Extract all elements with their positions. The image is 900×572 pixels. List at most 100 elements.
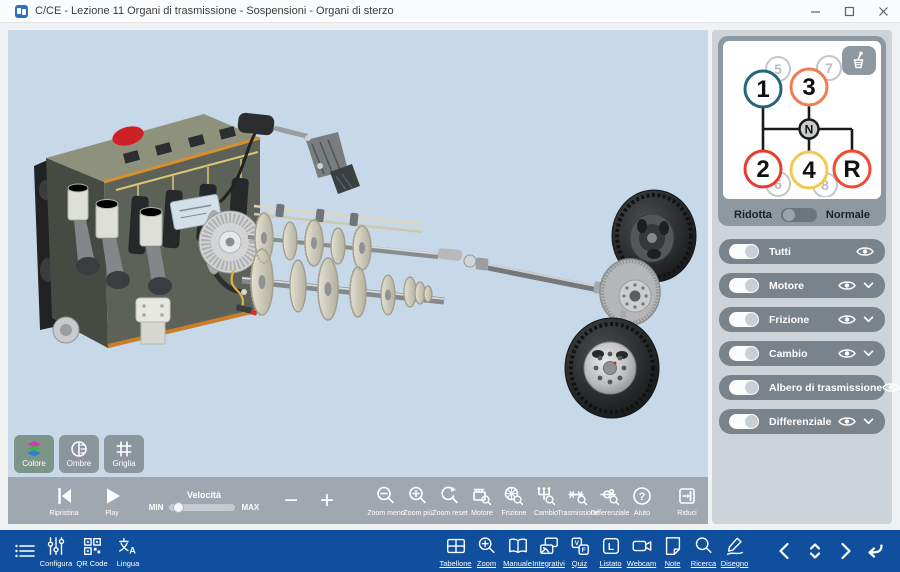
collapse-button[interactable]: Riduci [670, 485, 704, 517]
quiz-button[interactable]: V F Quiz [564, 535, 595, 568]
svg-text:A: A [129, 545, 136, 555]
chevron-down-icon[interactable] [863, 418, 874, 425]
layer-row-frizione[interactable]: Frizione [719, 307, 885, 332]
chevron-left-icon [773, 539, 797, 563]
next-button[interactable] [830, 539, 860, 563]
listato-button[interactable]: L Listato [595, 535, 626, 568]
zoom-button[interactable]: Zoom [471, 535, 502, 568]
component-layer-list: Tutti Motore Frizione [712, 239, 892, 434]
chevron-down-icon[interactable] [863, 350, 874, 357]
3d-viewport[interactable]: Colore Ombre Griglia [8, 30, 708, 524]
taskbar-center-group: Tabellone Zoom Manuale [440, 535, 750, 568]
magnifier-reset-icon [439, 485, 461, 507]
engine-magnifier-icon [471, 485, 493, 507]
tool-trasmissione[interactable]: Trasmissione [562, 485, 594, 517]
speed-slider[interactable] [169, 504, 235, 511]
restart-button[interactable]: Ripristina [44, 485, 84, 517]
eye-icon[interactable] [838, 415, 856, 428]
playback-control-bar: Ripristina Play Velocità MIN MAX − [8, 477, 708, 524]
grid-button[interactable]: Griglia [104, 435, 144, 473]
grid-icon [115, 440, 133, 458]
return-button[interactable] [860, 539, 890, 563]
motore-label: Motore [769, 280, 804, 292]
differenziale-label: Differenziale [769, 416, 831, 428]
previous-button[interactable] [770, 539, 800, 563]
question-circle-icon: ? [631, 485, 653, 507]
speed-slider-knob[interactable] [173, 502, 184, 513]
tabellone-button[interactable]: Tabellone [440, 535, 471, 568]
translate-icon: A [117, 535, 139, 557]
shadows-button[interactable]: Ombre [59, 435, 99, 473]
tool-zoom-meno[interactable]: Zoom meno [370, 485, 402, 517]
configura-button[interactable]: Configura [38, 535, 74, 568]
eye-icon[interactable] [838, 347, 856, 360]
chevron-right-icon [833, 539, 857, 563]
gear-lever-button[interactable] [842, 46, 876, 75]
color-button[interactable]: Colore [14, 435, 54, 473]
lingua-button[interactable]: A Lingua [110, 535, 146, 568]
return-arrow-icon [863, 539, 887, 563]
zoom-out-button[interactable]: − [276, 491, 306, 511]
magnifier-minus-icon [375, 485, 397, 507]
eye-icon[interactable] [838, 279, 856, 292]
layer-row-cambio[interactable]: Cambio [719, 341, 885, 366]
chevron-down-icon[interactable] [863, 316, 874, 323]
svg-text:4: 4 [802, 157, 816, 184]
svg-text:R: R [843, 156, 860, 183]
layers-color-icon [24, 440, 44, 458]
eye-icon[interactable] [882, 381, 900, 394]
close-button[interactable] [866, 0, 900, 22]
manuale-button[interactable]: Manuale [502, 535, 533, 568]
eye-icon[interactable] [856, 245, 874, 258]
speed-control: Velocità MIN MAX [146, 490, 262, 512]
gearshift-magnifier-icon [535, 485, 557, 507]
differenziale-toggle[interactable] [729, 414, 759, 429]
tutti-toggle[interactable] [729, 244, 759, 259]
layer-row-tutti[interactable]: Tutti [719, 239, 885, 264]
zoom-in-button[interactable]: + [312, 491, 342, 511]
maximize-button[interactable] [832, 0, 866, 22]
tool-differenziale[interactable]: Differenziale [594, 485, 626, 517]
expand-collapse-button[interactable] [800, 539, 830, 563]
frizione-toggle[interactable] [729, 312, 759, 327]
tool-zoom-piu[interactable]: Zoom più [402, 485, 434, 517]
play-icon [101, 485, 123, 507]
cambio-toggle[interactable] [729, 346, 759, 361]
chevrons-up-down-icon [803, 539, 827, 563]
minimize-button[interactable] [798, 0, 832, 22]
disegno-button[interactable]: Disegno [719, 535, 750, 568]
motore-toggle[interactable] [729, 278, 759, 293]
range-toggle-knob[interactable] [783, 209, 795, 221]
range-toggle[interactable] [781, 208, 817, 222]
tool-zoom-reset[interactable]: Zoom reset [434, 485, 466, 517]
integrativi-button[interactable]: Integrativi [533, 535, 564, 568]
open-book-icon [507, 535, 529, 557]
qr-code-button[interactable]: QR Code [74, 535, 110, 568]
eye-icon[interactable] [838, 313, 856, 326]
shadows-button-label: Ombre [67, 459, 91, 468]
frizione-label: Frizione [769, 314, 809, 326]
help-button[interactable]: ? Aiuto [626, 485, 658, 517]
note-button[interactable]: Note [657, 535, 688, 568]
qr-code-icon [81, 535, 103, 557]
ricerca-button[interactable]: Ricerca [688, 535, 719, 568]
tool-motore[interactable]: Motore [466, 485, 498, 517]
images-icon [538, 535, 560, 557]
differential-magnifier-icon [599, 485, 621, 507]
layer-row-albero[interactable]: Albero di trasmissione [719, 375, 885, 400]
normale-label: Normale [826, 209, 870, 221]
svg-text:N: N [805, 123, 814, 137]
play-button[interactable]: Play [92, 485, 132, 517]
layer-row-motore[interactable]: Motore [719, 273, 885, 298]
webcam-button[interactable]: Webcam [626, 535, 657, 568]
gear-lever-icon [850, 51, 868, 70]
svg-text:7: 7 [825, 60, 833, 76]
driveshaft-magnifier-icon [567, 485, 589, 507]
chevron-down-icon[interactable] [863, 282, 874, 289]
speed-max-label: MAX [241, 503, 259, 512]
pen-drawing-icon [724, 535, 746, 557]
tool-frizione[interactable]: Frizione [498, 485, 530, 517]
albero-toggle[interactable] [729, 380, 759, 395]
menu-button[interactable] [12, 540, 38, 562]
layer-row-differenziale[interactable]: Differenziale [719, 409, 885, 434]
